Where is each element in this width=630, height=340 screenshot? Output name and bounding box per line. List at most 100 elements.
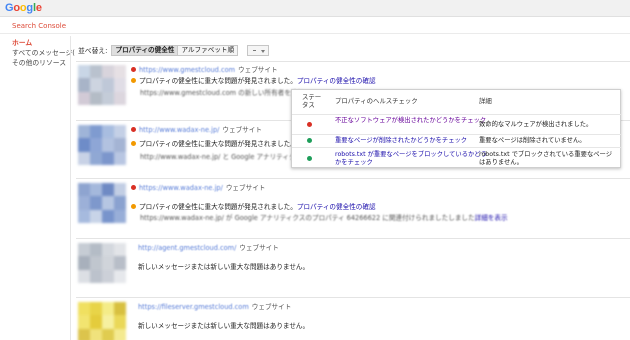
site-thumbnail[interactable] [78,243,126,283]
check-detail: robots.txt でブロックされている重要なページはありません。 [479,151,613,166]
site-type-label: ウェブサイト [225,184,266,192]
sort-by-health-button[interactable]: プロパティの健全性 [111,44,179,56]
thumbnail-block [114,302,126,316]
row-divider [76,297,630,298]
message-text: http://www.wadax-ne.jp/ と Google アナリティクス… [140,153,309,161]
site-type-label: ウェブサイト [238,66,278,74]
thumbnail-block [78,183,90,197]
thumbnail-block [78,209,90,223]
thumbnail-block [102,315,114,329]
sort-alphabetical-button[interactable]: アルファベット順 [177,44,239,56]
ok-status-icon [307,156,312,161]
thumbnail-block [90,328,102,340]
message-text: プロパティの健全性に重大な問題が発見されました。 [139,140,297,148]
thumbnail-block [102,78,114,92]
row-divider [76,178,630,179]
logo-letter: e [35,2,42,14]
thumbnail-block [102,328,114,340]
site-thumbnail[interactable] [78,302,126,340]
sidebar-item-home[interactable]: ホーム [0,38,70,48]
thumbnail-block [102,91,114,105]
logo-letter: G [5,2,14,14]
message-text: https://www.gmestcloud.com の新しい所有者を追加 [140,89,305,97]
message-line: https://www.wadax-ne.jp/ が Google アナリティク… [140,213,508,223]
details-link[interactable]: 詳細を表示 [475,214,508,222]
warning-icon [131,141,136,146]
thumbnail-block [114,125,126,139]
error-status-icon [307,122,312,127]
thumbnail-block [114,269,126,283]
app-title[interactable]: Search Console [12,22,66,30]
thumbnail-block [114,243,126,257]
message-line: https://www.gmestcloud.com の新しい所有者を追加 [140,88,304,98]
thumbnail-block [78,269,90,283]
health-check-link[interactable]: プロパティの健全性の確認 [297,77,376,85]
message-line: 新しいメッセージまたは新しい重大な問題はありません。 [138,321,309,331]
check-detail: 重要なページは削除されていません。 [479,137,586,144]
thumbnail-block [78,138,90,152]
sidebar-divider [70,36,71,340]
thumbnail-block [90,138,102,152]
site-type-label: ウェブサイト [222,126,262,134]
error-status-icon [131,185,136,190]
error-status-icon [131,67,136,72]
message-text: プロパティの健全性に重大な問題が発見されました。 [139,77,297,85]
message-text: https://www.wadax-ne.jp/ が Google アナリティク… [140,214,475,222]
thumbnail-block [78,91,90,105]
thumbnail-block [90,243,102,257]
sidebar-item-other-resources[interactable]: その他のリソース [0,58,70,68]
thumbnail-block [102,243,114,257]
thumbnail-block [114,183,126,197]
site-url-link[interactable]: https://fileserver.gmestcloud.com [138,303,249,311]
site-url-link[interactable]: https://www.wadax-ne.jp/ [139,184,223,192]
health-check-link[interactable]: プロパティの健全性の確認 [297,203,376,211]
message-text: 新しいメッセージまたは新しい重大な問題はありません。 [138,322,310,330]
message-text: プロパティの健全性に重大な問題が発見されました。 [139,203,297,211]
message-line: 新しいメッセージまたは新しい重大な問題はありません。 [138,262,309,272]
check-column-header: プロパティのヘルスチェック [335,97,418,105]
site-url-link[interactable]: http://agent.gmestcloud.com/ [138,244,236,252]
status-cell [307,122,315,130]
thumbnail-block [78,315,90,329]
thumbnail-block [90,125,102,139]
row-divider [76,61,630,62]
health-check-row: robots.txt が重要なページをブロックしているかどうかをチェック rob… [292,147,622,168]
warning-icon [131,204,136,209]
site-url-link[interactable]: http://www.wadax-ne.jp/ [139,126,219,134]
thumbnail-block [102,125,114,139]
sort-label: 並べ替え: [78,47,108,55]
settings-dropdown-button[interactable] [247,44,270,56]
site-thumbnail[interactable] [78,65,126,105]
popup-header-row: ステータス プロパティのヘルスチェック 詳細 [292,93,622,113]
thumbnail-block [90,91,102,105]
thumbnail-block [102,138,114,152]
site-url-link[interactable]: https://www.gmestcloud.com [139,66,235,74]
thumbnail-block [114,196,126,210]
thumbnail-block [78,125,90,139]
site-type-label: ウェブサイト [239,244,279,252]
thumbnail-block [102,151,114,165]
thumbnail-block [78,256,90,270]
thumbnail-block [114,315,126,329]
thumbnail-block [90,65,102,79]
robots-txt-check-link[interactable]: robots.txt が重要なページをブロックしているかどうかをチェック [335,151,490,167]
thumbnail-block [78,65,90,79]
warning-icon [131,78,136,83]
site-thumbnail[interactable] [78,125,126,165]
thumbnail-block [90,256,102,270]
site-header: http://agent.gmestcloud.com/ウェブサイト [138,243,279,253]
sort-bar: 並べ替え: プロパティの健全性 アルファベット順 [78,44,270,56]
removed-pages-check-link[interactable]: 重要なページが削除されたかどうかをチェック [335,137,490,145]
google-logo[interactable]: Google [5,2,42,14]
thumbnail-block [90,209,102,223]
thumbnail-block [102,196,114,210]
site-thumbnail[interactable] [78,183,126,223]
health-check-row: 重要なページが削除されたかどうかをチェック 重要なページは削除されていません。 [292,134,622,147]
message-line: http://www.wadax-ne.jp/ と Google アナリティクス… [140,152,309,162]
sidebar-item-all-messages[interactable]: すべてのメッセージ( [0,48,75,58]
thumbnail-block [78,243,90,257]
thumbnail-block [102,65,114,79]
site-type-label: ウェブサイト [251,303,292,311]
malware-check-link[interactable]: 不正なソフトウェアが検出されたかどうかをチェック [335,117,490,125]
thumbnail-block [102,183,114,197]
